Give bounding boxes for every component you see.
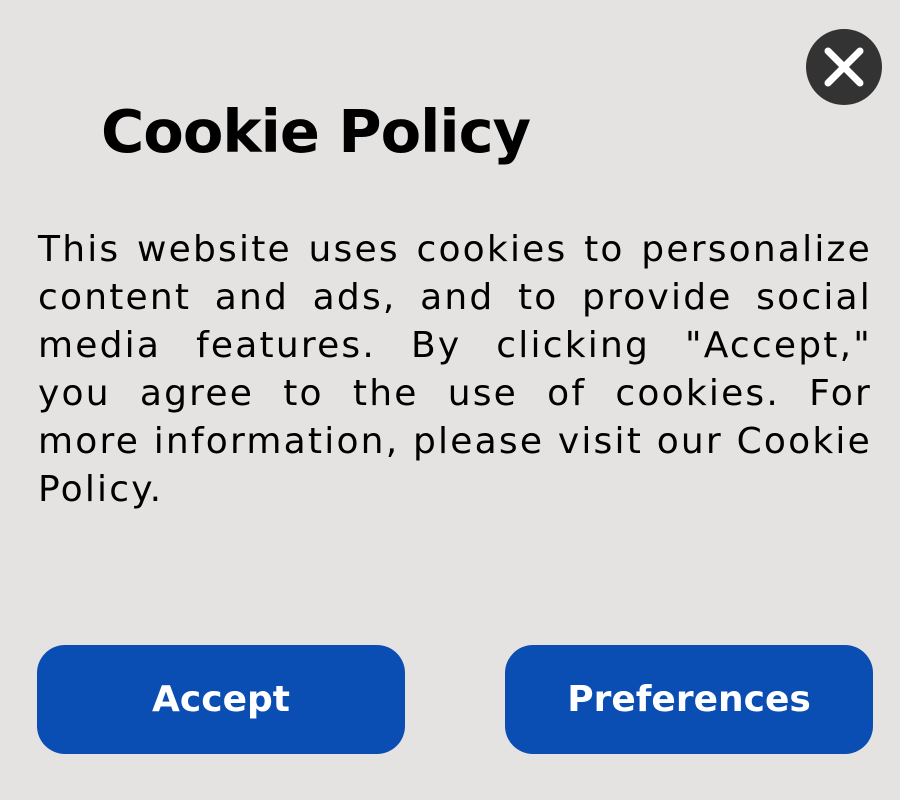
preferences-button[interactable]: Preferences (505, 645, 873, 754)
dialog-message: This website uses cookies to personalize… (38, 229, 872, 510)
accept-button[interactable]: Accept (37, 645, 405, 754)
close-button[interactable] (806, 29, 882, 105)
close-icon (824, 47, 864, 87)
dialog-title: Cookie Policy (101, 97, 531, 166)
cookie-dialog: Cookie Policy This website uses cookies … (0, 0, 900, 800)
